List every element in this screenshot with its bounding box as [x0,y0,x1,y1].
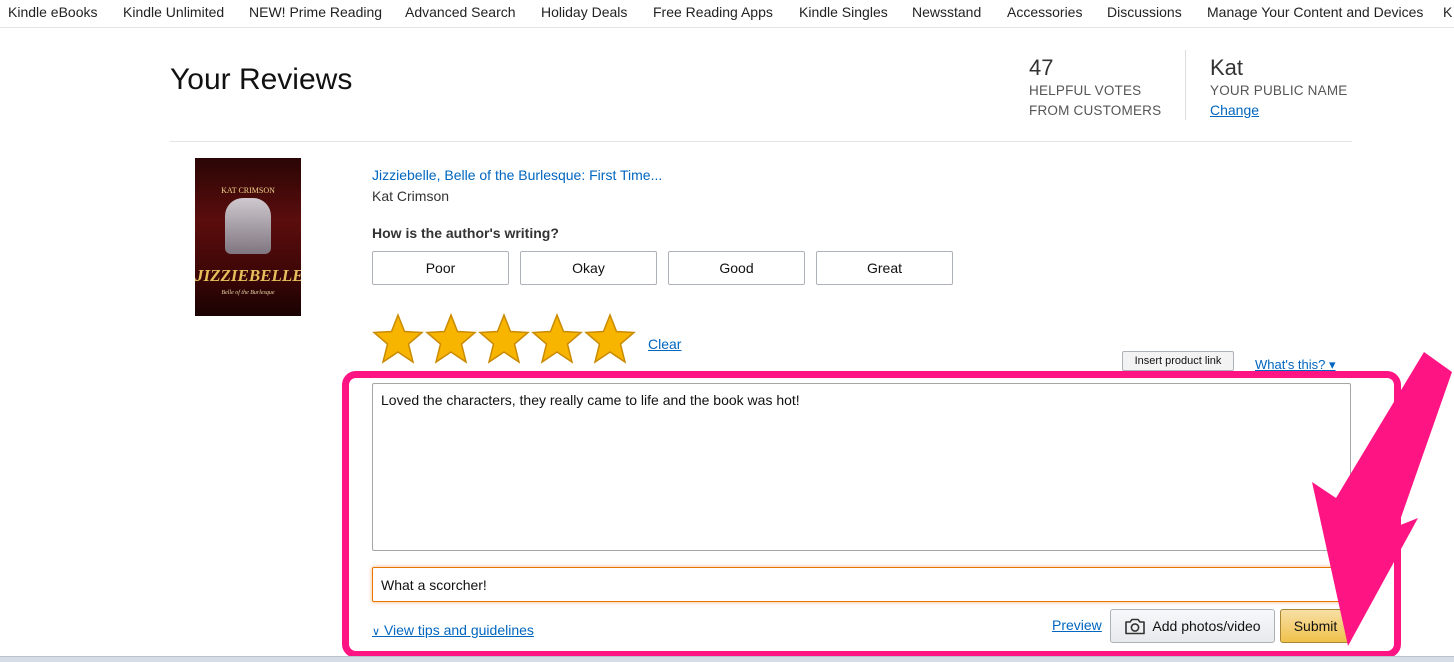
nav-accessories[interactable]: Accessories [1007,4,1082,20]
review-headline-input[interactable] [372,567,1351,602]
star-icon-1[interactable] [372,313,424,365]
nav-item-truncated[interactable]: K [1443,4,1452,20]
view-tips-label: View tips and guidelines [383,622,534,638]
cover-subtitle-text: Belle of the Burlesque [221,290,275,296]
rating-great-button[interactable]: Great [816,251,953,285]
nav-kindle-singles[interactable]: Kindle Singles [799,4,888,20]
star-icon-3[interactable] [478,313,530,365]
star-icon-5[interactable] [584,313,636,365]
change-name-link[interactable]: Change [1210,102,1259,118]
nav-discussions[interactable]: Discussions [1107,4,1182,20]
nav-prime-reading[interactable]: NEW! Prime Reading [249,4,382,20]
helpful-votes-label-line2: FROM CUSTOMERS [1029,103,1162,118]
insert-product-link-button[interactable]: Insert product link [1122,351,1234,371]
double-chevron-down-icon: ∨ [372,626,381,638]
cover-title-text: JIZZIEBELLE [195,266,301,285]
public-name-label: YOUR PUBLIC NAME [1210,83,1348,98]
nav-advanced-search[interactable]: Advanced Search [405,4,516,20]
preview-link[interactable]: Preview [1052,617,1102,633]
writing-question: How is the author's writing? [372,225,559,241]
clear-rating-link[interactable]: Clear [648,336,681,352]
nav-kindle-unlimited[interactable]: Kindle Unlimited [123,4,224,20]
cover-author-text: KAT CRIMSON [221,186,275,195]
add-photos-video-label: Add photos/video [1152,618,1261,634]
nav-kindle-ebooks[interactable]: Kindle eBooks [8,4,98,20]
submit-button[interactable]: Submit [1280,609,1351,643]
star-icon-4[interactable] [531,313,583,365]
add-photos-video-button[interactable]: Add photos/video [1110,609,1275,643]
cover-chair-illustration [225,198,271,254]
book-author: Kat Crimson [372,188,450,204]
review-text-area[interactable] [372,383,1351,551]
whats-this-label: What's this? [1255,357,1326,372]
nav-manage-content[interactable]: Manage Your Content and Devices [1207,4,1423,20]
nav-newsstand[interactable]: Newsstand [912,4,981,20]
camera-icon [1125,618,1146,634]
window-bottom-edge [0,656,1454,662]
view-tips-link[interactable]: ∨ View tips and guidelines [372,622,534,638]
rating-poor-button[interactable]: Poor [372,251,509,285]
dropdown-caret-icon: ▾ [1329,357,1336,372]
public-name: Kat [1210,55,1244,80]
nav-free-reading-apps[interactable]: Free Reading Apps [653,4,773,20]
helpful-votes-count: 47 [1029,55,1054,80]
whats-this-link[interactable]: What's this? ▾ [1255,357,1336,373]
header-divider [1185,50,1186,120]
book-cover-image[interactable]: KAT CRIMSON JIZZIEBELLE Belle of the Bur… [195,158,301,316]
page-title: Your Reviews [170,63,353,96]
rating-good-button[interactable]: Good [668,251,805,285]
star-icon-2[interactable] [425,313,477,365]
header-divider-line [170,141,1352,142]
nav-holiday-deals[interactable]: Holiday Deals [541,4,627,20]
book-title-link[interactable]: Jizziebelle, Belle of the Burlesque: Fir… [372,167,662,183]
top-navigation: Kindle eBooks Kindle Unlimited NEW! Prim… [0,0,1454,28]
helpful-votes-label-line1: HELPFUL VOTES [1029,83,1142,98]
rating-okay-button[interactable]: Okay [520,251,657,285]
